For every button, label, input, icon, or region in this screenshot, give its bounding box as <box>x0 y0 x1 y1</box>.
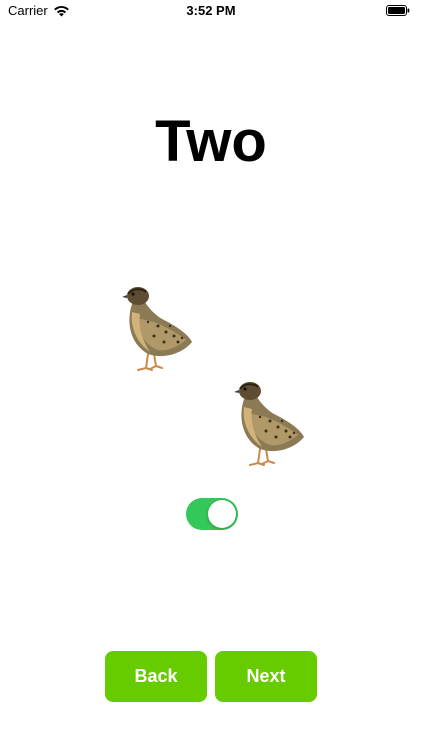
back-button[interactable]: Back <box>105 651 207 702</box>
quail-icon <box>122 287 192 371</box>
page-title: Two <box>155 109 267 174</box>
status-time: 3:52 PM <box>186 3 236 18</box>
quail-icon <box>234 382 304 466</box>
battery-icon <box>386 5 410 16</box>
next-button[interactable]: Next <box>215 651 317 702</box>
toggle-switch[interactable] <box>186 498 238 530</box>
status-bar: Carrier 3:52 PM <box>0 0 422 22</box>
toggle-knob <box>208 500 236 528</box>
